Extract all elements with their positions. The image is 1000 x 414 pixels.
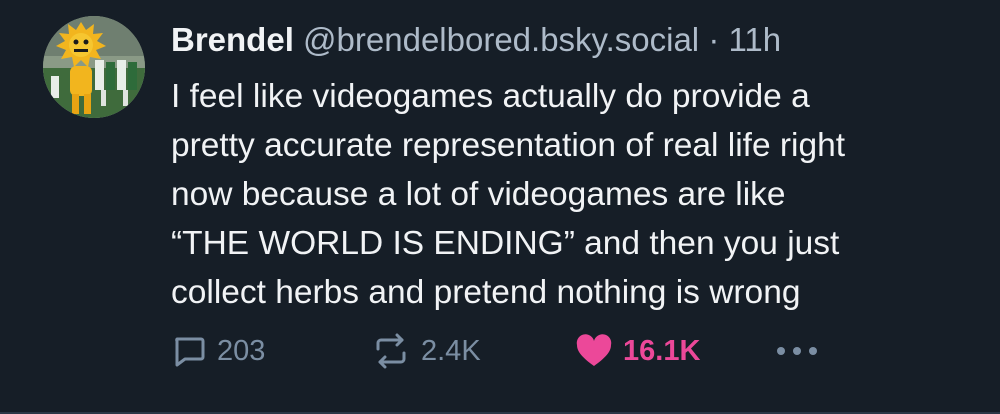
author-name[interactable]: Brendel	[171, 21, 294, 58]
heart-filled-icon	[575, 334, 613, 368]
repost-button[interactable]: 2.4K	[371, 327, 481, 375]
post-text: I feel like videogames actually do provi…	[171, 72, 971, 317]
repost-count: 2.4K	[421, 334, 481, 367]
reply-button[interactable]: 203	[171, 327, 265, 375]
post-timestamp[interactable]: 11h	[729, 21, 782, 58]
avatar-image	[43, 16, 145, 118]
more-dots-icon	[775, 345, 819, 357]
post-text-line: “THE WORLD IS ENDING” and then you just	[171, 225, 840, 262]
reply-count: 203	[217, 334, 266, 367]
post-text-line: pretty accurate representation of real l…	[171, 127, 846, 164]
like-button[interactable]: 16.1K	[575, 327, 700, 375]
reply-bubble-icon	[171, 333, 207, 369]
post-text-line: now because a lot of videogames are like	[171, 176, 786, 213]
post-item[interactable]: Brendel @brendelbored.bsky.social · 11h …	[0, 0, 1000, 414]
more-options-button[interactable]	[775, 327, 829, 375]
post-text-line: collect herbs and pretend nothing is wro…	[171, 274, 801, 311]
author-handle[interactable]: @brendelbored.bsky.social	[303, 21, 699, 58]
post-actions: 203 2.4K 16.1K	[171, 327, 831, 375]
post-text-line: I feel like videogames actually do provi…	[171, 78, 810, 115]
author-avatar[interactable]	[43, 16, 145, 118]
header-separator: ·	[708, 21, 720, 58]
repost-arrows-icon	[371, 333, 411, 369]
post-header: Brendel @brendelbored.bsky.social · 11h	[171, 18, 781, 62]
like-count: 16.1K	[623, 334, 701, 367]
